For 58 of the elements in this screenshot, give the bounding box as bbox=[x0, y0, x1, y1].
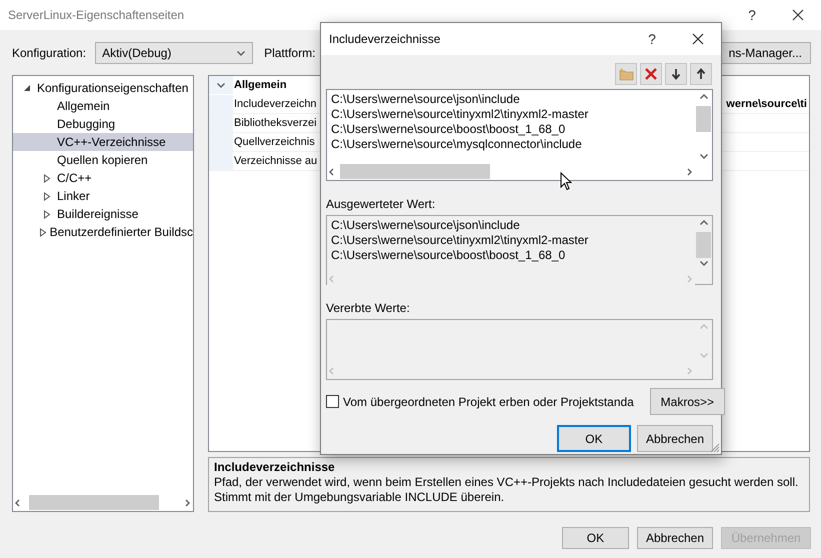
configuration-dropdown[interactable]: Aktiv(Debug) bbox=[95, 42, 254, 64]
dialog-button[interactable]: OK bbox=[562, 527, 629, 549]
arrow-down-icon bbox=[671, 68, 681, 80]
dialog-button[interactable]: OK bbox=[556, 425, 631, 452]
description-text: Pfad, der verwendet wird, wenn beim Erstellen eines VC++-Projekts nach Includedateien gesucht werden soll. bbox=[214, 475, 800, 490]
delete-icon bbox=[644, 67, 658, 81]
scrollbar-thumb[interactable] bbox=[696, 232, 711, 258]
tree-item[interactable]: Konfigurationseigenschaften bbox=[13, 79, 193, 97]
scrollbar-thumb[interactable] bbox=[696, 106, 711, 132]
tree-item[interactable]: Linker bbox=[13, 187, 193, 205]
scrollbar-thumb[interactable] bbox=[340, 164, 490, 179]
scrollbar-thumb[interactable] bbox=[29, 495, 159, 510]
expanded-triangle-icon[interactable] bbox=[23, 84, 31, 92]
mouse-pointer-icon bbox=[560, 172, 572, 191]
configuration-manager-button[interactable]: ns-Manager... bbox=[720, 42, 811, 64]
property-value[interactable]: werne\source\ti bbox=[726, 98, 809, 110]
directory-list[interactable]: C:\Users\werne\source\json\include C:\Users\werne\source\tinyxml2\tinyxml2-master C:\Users\werne\source\boost\boost_1_68_0 C:\Users\werne\source\mysqlconnector\include bbox=[326, 89, 713, 181]
path-entry[interactable]: C:\Users\werne\source\json\include bbox=[331, 92, 691, 107]
move-down-button[interactable] bbox=[665, 63, 687, 85]
window-title: ServerLinux-Eigenschaftenseiten bbox=[8, 8, 186, 22]
arrow-up-icon bbox=[696, 68, 706, 80]
path-entry[interactable]: C:\Users\werne\source\boost\boost_1_68_0 bbox=[331, 122, 691, 137]
scroll-down-icon[interactable] bbox=[698, 258, 708, 268]
tree-item[interactable]: Allgemein bbox=[13, 97, 193, 115]
tree-item[interactable]: Debugging bbox=[13, 115, 193, 133]
collapse-caret-icon[interactable] bbox=[216, 80, 226, 90]
platform-label: Plattform: bbox=[264, 46, 316, 60]
new-folder-icon bbox=[618, 67, 634, 81]
tree-item[interactable]: C/C++ bbox=[13, 169, 193, 187]
tree-item[interactable]: Benutzerdefinierter Buildsc bbox=[13, 223, 193, 241]
property-group-name: Allgemein bbox=[233, 79, 288, 91]
path-entry: C:\Users\werne\source\tinyxml2\tinyxml2-master bbox=[331, 233, 590, 248]
resize-grip-icon[interactable] bbox=[710, 443, 720, 453]
tree-item[interactable]: VC++-Verzeichnisse bbox=[13, 133, 193, 151]
dropdown-caret-icon[interactable] bbox=[236, 48, 246, 58]
description-text: Stimmt mit der Umgebungsvariable INCLUDE überein. bbox=[214, 490, 506, 505]
configuration-label: Konfiguration: bbox=[12, 46, 86, 60]
tree-item[interactable]: Buildereignisse bbox=[13, 205, 193, 223]
path-entry: C:\Users\werne\source\json\include bbox=[331, 218, 521, 233]
scroll-down-icon[interactable] bbox=[698, 151, 708, 161]
path-entry[interactable]: C:\Users\werne\source\tinyxml2\tinyxml2-master bbox=[331, 107, 691, 122]
macros-button[interactable]: Makros>> bbox=[650, 388, 725, 415]
inherit-checkbox[interactable]: Vom übergeordneten Projekt erben oder Projektstanda bbox=[326, 394, 634, 408]
dialog-title: Includeverzeichnisse bbox=[329, 32, 442, 46]
description-title: Includeverzeichnisse bbox=[214, 460, 335, 475]
delete-button[interactable] bbox=[640, 63, 662, 85]
path-entry[interactable]: C:\Users\werne\source\mysqlconnector\include bbox=[331, 137, 691, 152]
inherited-values-label: Vererbte Werte: bbox=[326, 301, 411, 315]
move-up-button[interactable] bbox=[690, 63, 712, 85]
dialog-button[interactable]: Abbrechen bbox=[636, 425, 713, 452]
dialog-button[interactable]: Abbrechen bbox=[636, 527, 713, 549]
evaluated-value-label: Ausgewerteter Wert: bbox=[326, 197, 436, 211]
help-button[interactable]: ? bbox=[629, 31, 675, 47]
close-icon bbox=[692, 33, 704, 45]
tree-item[interactable]: Quellen kopieren bbox=[13, 151, 193, 169]
close-icon bbox=[792, 9, 804, 21]
path-entry: C:\Users\werne\source\boost\boost_1_68_0 bbox=[331, 248, 566, 263]
help-button[interactable]: ? bbox=[729, 7, 775, 23]
